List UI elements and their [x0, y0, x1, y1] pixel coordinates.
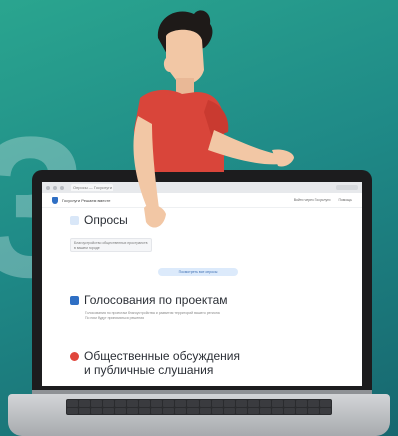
head [163, 29, 204, 85]
person-illustration [133, 10, 294, 228]
neck [176, 78, 194, 94]
keyboard [66, 399, 332, 415]
left-hand [144, 204, 166, 228]
